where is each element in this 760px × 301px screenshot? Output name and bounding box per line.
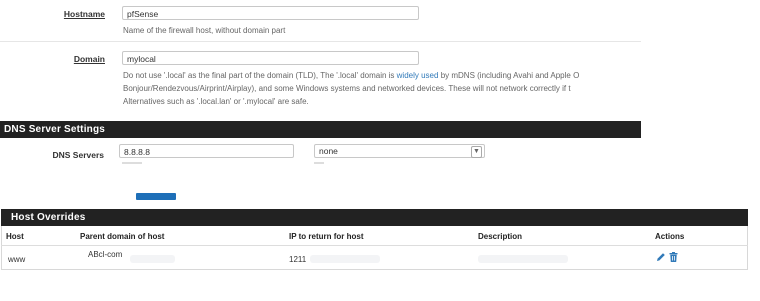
row-parent-domain: ABcl-com	[88, 250, 123, 259]
dns-server-input[interactable]: 8.8.8.8	[119, 144, 294, 158]
save-button[interactable]	[136, 193, 176, 200]
dns-hostname-select-value: none	[319, 146, 338, 156]
column-header-parent-domain: Parent domain of host	[80, 232, 165, 241]
hostname-help: Name of the firewall host, without domai…	[123, 26, 286, 35]
help-text-fragment	[122, 162, 142, 164]
domain-input[interactable]: mylocal	[122, 51, 419, 65]
hostname-label: Hostname	[63, 9, 105, 19]
trash-icon[interactable]	[669, 252, 678, 265]
header-divider	[1, 245, 748, 246]
domain-label: Domain	[73, 54, 105, 64]
column-header-actions: Actions	[655, 232, 685, 241]
dns-hostname-select[interactable]: none ▼	[314, 144, 485, 158]
pencil-icon[interactable]	[656, 252, 666, 265]
host-overrides-header: Host Overrides	[1, 209, 748, 226]
column-header-host: Host	[6, 232, 24, 241]
dns-settings-header: DNS Server Settings	[0, 121, 641, 138]
domain-help-line3: Alternatives such as '.local.lan' or '.m…	[123, 97, 309, 106]
dns-servers-label: DNS Servers	[52, 150, 104, 160]
column-header-ip: IP to return for host	[289, 232, 364, 241]
help-text-fragment	[314, 162, 324, 164]
column-header-description: Description	[478, 232, 523, 241]
row-ip: 1211	[289, 255, 307, 264]
row-host: www	[8, 255, 26, 264]
row-divider	[0, 41, 641, 42]
chevron-down-icon: ▼	[471, 146, 482, 158]
redacted-text	[310, 255, 380, 263]
domain-help-text: Do not use '.local' as the final part of…	[123, 71, 397, 80]
widely-used-link[interactable]: widely used	[397, 71, 439, 80]
domain-help-line2: Bonjour/Rendezvous/Airprint/Airplay), an…	[123, 84, 571, 93]
hostname-input[interactable]: pfSense	[122, 6, 419, 20]
domain-help-line1: Do not use '.local' as the final part of…	[123, 70, 579, 82]
redacted-text	[130, 255, 175, 263]
domain-help-text: by mDNS (including Avahi and Apple O	[438, 71, 580, 80]
redacted-text	[478, 255, 568, 263]
general-settings-panel: Hostname pfSense Name of the firewall ho…	[0, 0, 641, 118]
